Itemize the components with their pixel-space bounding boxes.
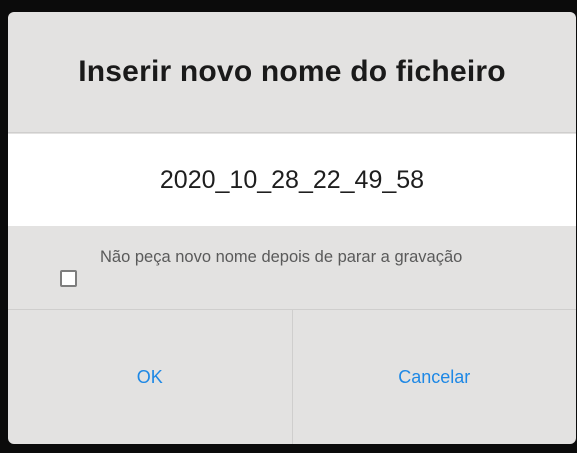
- cancel-button[interactable]: Cancelar: [293, 310, 577, 444]
- dialog-title: Inserir novo nome do ficheiro: [78, 55, 506, 88]
- dialog-header: Inserir novo nome do ficheiro: [8, 12, 576, 133]
- filename-input[interactable]: [8, 134, 576, 226]
- dont-ask-again-label[interactable]: Não peça novo nome depois de parar a gra…: [100, 246, 500, 268]
- dont-ask-again-option[interactable]: Não peça novo nome depois de parar a gra…: [8, 226, 576, 310]
- dialog-buttons: OK Cancelar: [8, 310, 576, 444]
- rename-file-dialog: Inserir novo nome do ficheiro Não peça n…: [8, 12, 576, 444]
- ok-button[interactable]: OK: [8, 310, 292, 444]
- dont-ask-again-checkbox[interactable]: [60, 270, 77, 287]
